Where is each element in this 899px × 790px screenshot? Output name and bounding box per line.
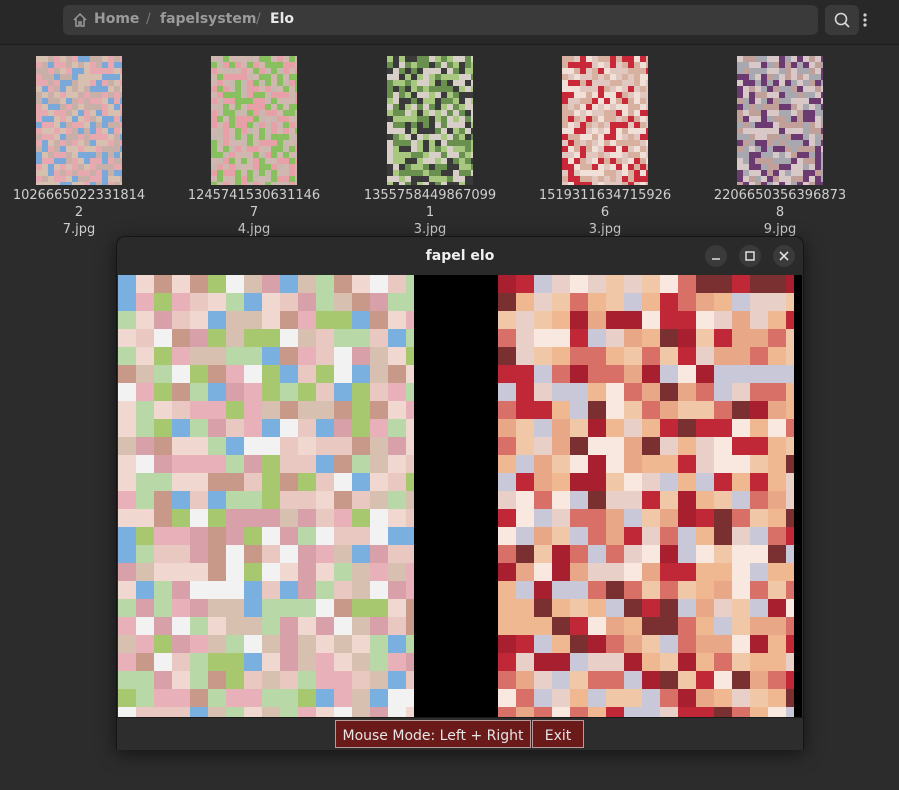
exit-button[interactable]: Exit (532, 720, 584, 748)
dialog-footer: Mouse Mode: Left + Right Exit (117, 717, 803, 750)
file-name[interactable]: 15193116347159266 3.jpg (535, 187, 675, 238)
minimize-button[interactable] (705, 245, 727, 267)
breadcrumb-fapelsystem[interactable]: fapelsystem (160, 11, 256, 27)
close-icon (779, 251, 789, 261)
file-thumbnail[interactable] (737, 56, 823, 185)
maximize-icon (745, 251, 755, 261)
window-titlebar[interactable]: fapel elo (117, 237, 803, 275)
file-thumbnail[interactable] (211, 56, 297, 185)
file-name[interactable]: 22066503563968738 9.jpg (710, 187, 850, 238)
breadcrumb-home[interactable]: Home (94, 11, 139, 27)
file-thumbnail[interactable] (562, 56, 648, 185)
file-name-line: 15193116347159266 (538, 188, 672, 220)
file-thumbnail[interactable] (387, 56, 473, 185)
mouse-mode-button[interactable]: Mouse Mode: Left + Right (335, 720, 531, 748)
search-button[interactable] (825, 5, 859, 35)
search-icon (834, 12, 850, 28)
breadcrumb-separator: / (256, 11, 261, 27)
minimize-icon (712, 258, 720, 260)
header-bar: Home / fapelsystem / Elo (0, 0, 899, 45)
file-name-line: 22066503563968738 (713, 188, 847, 220)
file-name[interactable]: 13557584498670991 3.jpg (360, 187, 500, 238)
file-name[interactable]: 12457415306311467 4.jpg (184, 187, 324, 238)
path-bar: Home / fapelsystem / Elo (63, 5, 867, 35)
home-icon[interactable] (72, 12, 88, 28)
window-title: fapel elo (425, 248, 495, 264)
breadcrumb-separator: / (146, 11, 151, 27)
right-image[interactable] (498, 275, 794, 717)
left-image[interactable] (118, 275, 414, 717)
file-name[interactable]: 10266650223318142 7.jpg (9, 187, 149, 238)
comparison-canvas[interactable] (118, 275, 802, 717)
file-name-line: 13557584498670991 (363, 188, 497, 220)
file-name-line: 10266650223318142 (12, 188, 146, 220)
fapel-elo-window: fapel elo Mouse Mode: Left + Right Exit (116, 236, 804, 750)
file-thumbnail[interactable] (36, 56, 122, 185)
close-button[interactable] (773, 245, 795, 267)
breadcrumb-current[interactable]: Elo (270, 11, 294, 27)
maximize-button[interactable] (739, 245, 761, 267)
file-name-line: 12457415306311467 (187, 188, 321, 220)
